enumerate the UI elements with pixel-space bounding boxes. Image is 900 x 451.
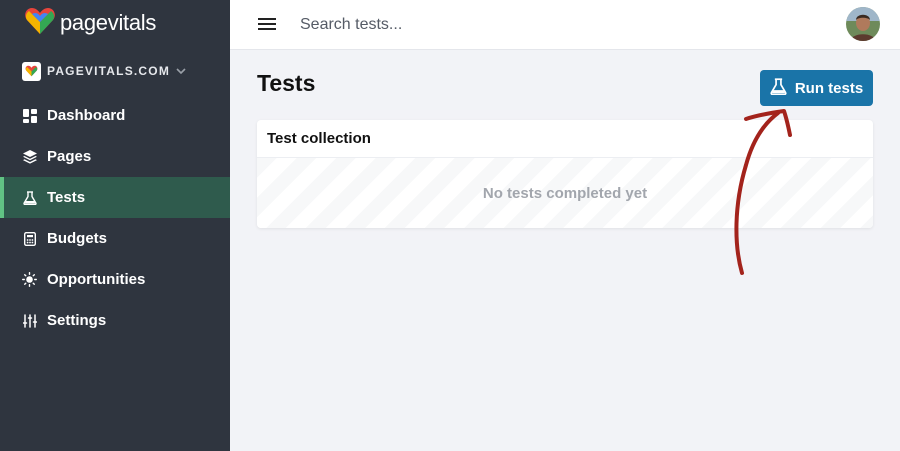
empty-state-message: No tests completed yet	[482, 184, 648, 202]
sidebar-item-pages[interactable]: Pages	[0, 136, 230, 177]
sidebar-nav: Dashboard Pages Tests Budgets Opportunit…	[0, 95, 230, 341]
avatar[interactable]	[846, 7, 880, 41]
sidebar-item-dashboard[interactable]: Dashboard	[0, 95, 230, 136]
layers-icon	[22, 149, 37, 164]
sidebar-item-settings[interactable]: Settings	[0, 300, 230, 341]
sidebar-item-label: Opportunities	[47, 271, 146, 288]
sidebar-item-opportunities[interactable]: Opportunities	[0, 259, 230, 300]
sidebar: pagevitals PAGEVITALS.COM Dashboard Page…	[0, 0, 230, 451]
sidebar-item-label: Settings	[47, 312, 107, 329]
empty-state: No tests completed yet	[257, 158, 873, 228]
site-name: PAGEVITALS.COM	[47, 64, 171, 78]
test-collection-card: Test collection No tests completed yet	[257, 120, 873, 228]
menu-icon[interactable]	[258, 16, 276, 32]
sidebar-item-label: Budgets	[47, 230, 107, 247]
flask-icon	[22, 190, 37, 205]
site-logo-icon	[22, 61, 41, 81]
sidebar-item-label: Tests	[47, 189, 86, 206]
card-title: Test collection	[257, 120, 873, 158]
run-tests-label: Run tests	[794, 79, 864, 97]
page-title: Tests	[257, 70, 316, 96]
site-selector[interactable]: PAGEVITALS.COM	[22, 61, 186, 81]
run-tests-button[interactable]: Run tests	[760, 70, 873, 106]
dashboard-icon	[22, 108, 37, 123]
sidebar-item-label: Dashboard	[47, 107, 126, 124]
pagevitals-logo-icon	[24, 6, 56, 41]
sidebar-item-label: Pages	[47, 148, 92, 165]
search-input[interactable]	[300, 11, 800, 39]
flask-icon	[770, 77, 787, 99]
lightbulb-icon	[22, 272, 37, 287]
top-bar	[230, 0, 900, 50]
chevron-down-icon	[176, 62, 186, 80]
sliders-icon	[22, 313, 37, 328]
calculator-icon	[22, 231, 37, 246]
sidebar-item-tests[interactable]: Tests	[0, 177, 230, 218]
brand-name: pagevitals	[60, 10, 157, 35]
brand[interactable]: pagevitals	[24, 6, 157, 41]
sidebar-item-budgets[interactable]: Budgets	[0, 218, 230, 259]
